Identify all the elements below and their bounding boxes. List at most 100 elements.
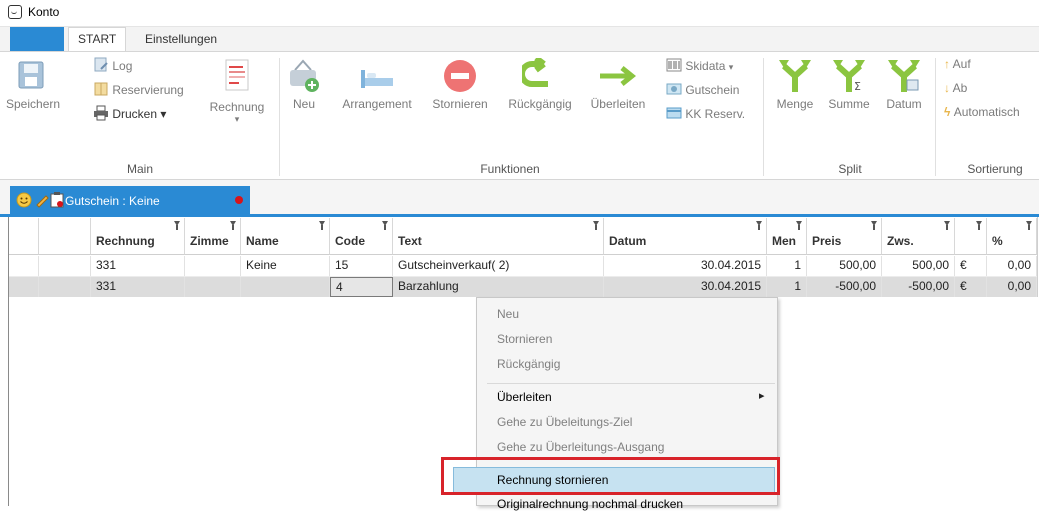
unsaved-indicator bbox=[235, 196, 243, 204]
submenu-arrow-icon: ▸ bbox=[759, 390, 765, 402]
column-header-name[interactable]: Name bbox=[241, 218, 330, 255]
sort-up-button[interactable]: ↑ Auf bbox=[944, 57, 971, 71]
cell-zimmer[interactable] bbox=[185, 256, 241, 276]
split-quantity-button[interactable]: Menge bbox=[770, 58, 820, 148]
menu-item-undo[interactable]: Rückgängig bbox=[497, 357, 560, 371]
sort-down-button[interactable]: ↓ Ab bbox=[944, 81, 967, 95]
printer-icon bbox=[94, 105, 108, 121]
cell-zws[interactable]: -500,00 bbox=[882, 277, 955, 297]
transfer-button[interactable]: Überleiten bbox=[582, 58, 654, 148]
arrow-up-icon: ↑ bbox=[944, 57, 950, 71]
chevron-down-icon: ▾ bbox=[728, 62, 734, 72]
cell-menge[interactable]: 1 bbox=[767, 256, 807, 276]
cell-code[interactable]: 15 bbox=[330, 256, 393, 276]
group-label-sort: Sortierung bbox=[967, 162, 1023, 176]
arrow-down-icon: ↓ bbox=[944, 81, 950, 95]
filter-icon[interactable] bbox=[174, 221, 180, 230]
callout-highlight-box bbox=[441, 457, 780, 495]
indicator-column-header bbox=[39, 218, 91, 255]
cell-currency[interactable]: € bbox=[955, 256, 987, 276]
tab-start[interactable]: START bbox=[68, 27, 127, 52]
table-row-selected[interactable]: 331 4 Barzahlung 30.04.2015 1 -500,00 -5… bbox=[9, 277, 1037, 297]
cell-percent[interactable]: 0,00 bbox=[987, 277, 1037, 297]
card-icon bbox=[666, 107, 682, 119]
cancel-icon bbox=[444, 60, 476, 92]
file-tab[interactable] bbox=[10, 27, 64, 52]
filter-icon[interactable] bbox=[871, 221, 877, 230]
cell-datum[interactable]: 30.04.2015 bbox=[604, 256, 767, 276]
new-button[interactable]: Neu bbox=[285, 58, 323, 148]
menu-item-goto-source[interactable]: Gehe zu Überleitungs-Ausgang bbox=[497, 440, 664, 454]
column-header-zimmer[interactable]: Zimme bbox=[185, 218, 241, 255]
cell-rechnung[interactable]: 331 bbox=[91, 256, 185, 276]
cell-code-focused[interactable]: 4 bbox=[330, 277, 393, 297]
menu-separator bbox=[487, 383, 775, 384]
cell-percent[interactable]: 0,00 bbox=[987, 256, 1037, 276]
cell-menge[interactable]: 1 bbox=[767, 277, 807, 297]
cancel-button[interactable]: Stornieren bbox=[424, 58, 496, 148]
svg-text:Σ: Σ bbox=[854, 80, 861, 93]
menu-item-cancel[interactable]: Stornieren bbox=[497, 332, 552, 346]
menu-item-reprint-invoice[interactable]: Originalrechnung nochmal drucken bbox=[497, 497, 683, 511]
filter-icon[interactable] bbox=[796, 221, 802, 230]
undo-button[interactable]: Rückgängig bbox=[500, 58, 580, 148]
save-button[interactable]: Speichern bbox=[6, 58, 60, 138]
filter-icon[interactable] bbox=[593, 221, 599, 230]
tab-settings[interactable]: Einstellungen bbox=[136, 27, 226, 51]
invoice-button[interactable]: Rechnung ▾ bbox=[200, 58, 274, 148]
column-header-zws[interactable]: Zws. bbox=[882, 218, 955, 255]
ribbon: Speichern Log Reservierung Drucken ▾ Rec… bbox=[0, 51, 1039, 180]
table-row[interactable]: 331 Keine 15 Gutscheinverkauf( 2) 30.04.… bbox=[9, 256, 1037, 277]
chevron-down-icon: ▾ bbox=[234, 114, 240, 124]
reservation-button[interactable]: Reservierung bbox=[93, 81, 184, 97]
smiley-icon bbox=[16, 192, 32, 208]
filter-icon[interactable] bbox=[230, 221, 236, 230]
skidata-button[interactable]: Skidata ▾ bbox=[666, 57, 733, 73]
column-header-preis[interactable]: Preis bbox=[807, 218, 882, 255]
cell-datum[interactable]: 30.04.2015 bbox=[604, 277, 767, 297]
cell-preis[interactable]: -500,00 bbox=[807, 277, 882, 297]
cell-text[interactable]: Gutscheinverkauf( 2) bbox=[393, 256, 604, 276]
document-tab[interactable]: Gutschein : Keine bbox=[10, 186, 250, 216]
cell-zws[interactable]: 500,00 bbox=[882, 256, 955, 276]
menu-item-transfer[interactable]: Überleiten bbox=[497, 390, 552, 404]
cell-currency[interactable]: € bbox=[955, 277, 987, 297]
filter-icon[interactable] bbox=[382, 221, 388, 230]
split-sum-button[interactable]: Σ Summe bbox=[822, 58, 876, 148]
cell-preis[interactable]: 500,00 bbox=[807, 256, 882, 276]
log-icon bbox=[94, 57, 108, 72]
column-header-code[interactable]: Code bbox=[330, 218, 393, 255]
filter-icon[interactable] bbox=[976, 221, 982, 230]
menu-item-goto-target[interactable]: Gehe zu Übeleitungs-Ziel bbox=[497, 415, 632, 429]
undo-icon bbox=[522, 58, 548, 87]
cell-text[interactable]: Barzahlung bbox=[393, 277, 604, 297]
lightning-icon: ϟ bbox=[944, 105, 951, 119]
arrangement-button[interactable]: Arrangement bbox=[333, 58, 421, 148]
cell-name[interactable]: Keine bbox=[241, 256, 330, 276]
title-bar: Konto bbox=[0, 0, 1039, 27]
column-header-menge[interactable]: Men bbox=[767, 218, 807, 255]
filter-icon[interactable] bbox=[319, 221, 325, 230]
filter-icon[interactable] bbox=[944, 221, 950, 230]
column-header-percent[interactable]: % bbox=[987, 218, 1037, 255]
cell-zimmer[interactable] bbox=[185, 277, 241, 297]
kk-reserv-button[interactable]: KK Reserv. bbox=[666, 105, 745, 121]
filter-icon[interactable] bbox=[756, 221, 762, 230]
column-header-datum[interactable]: Datum bbox=[604, 218, 767, 255]
column-header-rechnung[interactable]: Rechnung bbox=[91, 218, 185, 255]
column-header-currency[interactable] bbox=[955, 218, 987, 255]
chevron-down-icon: ▾ bbox=[160, 107, 167, 121]
invoice-icon bbox=[225, 59, 249, 91]
menu-item-new[interactable]: Neu bbox=[497, 307, 519, 321]
ribbon-separator bbox=[279, 58, 280, 176]
row-header-column bbox=[9, 218, 39, 255]
print-button[interactable]: Drucken ▾ bbox=[93, 105, 166, 121]
log-button[interactable]: Log bbox=[93, 57, 132, 73]
cell-name[interactable] bbox=[241, 277, 330, 297]
voucher-button[interactable]: Gutschein bbox=[666, 81, 739, 97]
cell-rechnung[interactable]: 331 bbox=[91, 277, 185, 297]
column-header-text[interactable]: Text bbox=[393, 218, 604, 255]
sort-auto-button[interactable]: ϟ Automatisch bbox=[944, 105, 1020, 119]
split-date-button[interactable]: Datum bbox=[878, 58, 930, 148]
filter-icon[interactable] bbox=[1026, 221, 1032, 230]
